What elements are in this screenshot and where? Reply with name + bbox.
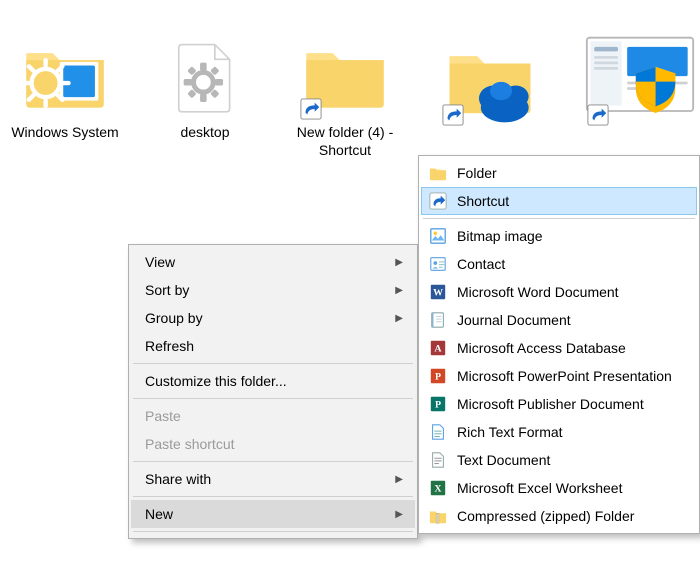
new-submenu: Folder Shortcut Bitmap image Contact W M…: [418, 155, 700, 534]
submenu-item-label: Folder: [457, 165, 497, 181]
menu-item-new[interactable]: New ▶: [131, 500, 415, 528]
menu-item-label: Group by: [145, 310, 203, 326]
submenu-item-label: Rich Text Format: [457, 424, 563, 440]
menu-item-label: Sort by: [145, 282, 189, 298]
svg-text:W: W: [433, 288, 443, 299]
submenu-item-bitmap[interactable]: Bitmap image: [421, 222, 697, 250]
svg-text:P: P: [435, 400, 441, 411]
folder-shortcut-icon: [300, 30, 390, 120]
text-icon: [429, 451, 447, 469]
desktop-item-desktop-ini[interactable]: desktop: [140, 30, 270, 142]
menu-item-sort-by[interactable]: Sort by ▶: [131, 276, 415, 304]
submenu-item-powerpoint[interactable]: P Microsoft PowerPoint Presentation: [421, 362, 697, 390]
svg-text:A: A: [434, 344, 442, 355]
menu-item-label: Paste shortcut: [145, 436, 235, 452]
submenu-item-label: Journal Document: [457, 312, 571, 328]
menu-item-label: Customize this folder...: [145, 373, 287, 389]
menu-item-view[interactable]: View ▶: [131, 248, 415, 276]
submenu-item-label: Bitmap image: [457, 228, 543, 244]
desktop-item-label: desktop: [140, 124, 270, 142]
desktop-item-cloud-folder[interactable]: [420, 30, 560, 130]
submenu-item-contact[interactable]: Contact: [421, 250, 697, 278]
shortcut-overlay-icon: [442, 104, 464, 126]
rtf-icon: [429, 423, 447, 441]
submenu-item-label: Compressed (zipped) Folder: [457, 508, 634, 524]
submenu-item-label: Shortcut: [457, 193, 509, 209]
submenu-item-shortcut[interactable]: Shortcut: [421, 187, 697, 215]
submenu-item-rtf[interactable]: Rich Text Format: [421, 418, 697, 446]
menu-item-label: Paste: [145, 408, 181, 424]
submenu-item-journal[interactable]: Journal Document: [421, 306, 697, 334]
access-icon: A: [429, 339, 447, 357]
folder-icon: [20, 30, 110, 120]
submenu-arrow-icon: ▶: [395, 509, 403, 520]
submenu-item-label: Contact: [457, 256, 505, 272]
zip-icon: [429, 507, 447, 525]
folder-icon: [429, 164, 447, 182]
svg-text:X: X: [434, 484, 442, 495]
context-menu: View ▶ Sort by ▶ Group by ▶ Refresh Cust…: [128, 244, 418, 539]
menu-separator: [423, 218, 695, 219]
menu-item-customize-folder[interactable]: Customize this folder...: [131, 367, 415, 395]
menu-item-group-by[interactable]: Group by ▶: [131, 304, 415, 332]
excel-icon: X: [429, 479, 447, 497]
menu-item-label: View: [145, 254, 175, 270]
menu-separator: [133, 461, 413, 462]
bitmap-icon: [429, 227, 447, 245]
menu-separator: [133, 398, 413, 399]
submenu-item-word[interactable]: W Microsoft Word Document: [421, 278, 697, 306]
submenu-item-label: Text Document: [457, 452, 550, 468]
desktop-item-label: New folder (4) - Shortcut: [280, 124, 410, 159]
gear-page-icon: [160, 30, 250, 120]
shortcut-overlay-icon: [587, 104, 609, 126]
journal-icon: [429, 311, 447, 329]
submenu-item-label: Microsoft Access Database: [457, 340, 626, 356]
submenu-item-folder[interactable]: Folder: [421, 159, 697, 187]
submenu-item-access[interactable]: A Microsoft Access Database: [421, 334, 697, 362]
submenu-item-publisher[interactable]: P Microsoft Publisher Document: [421, 390, 697, 418]
submenu-item-label: Microsoft Excel Worksheet: [457, 480, 622, 496]
contact-icon: [429, 255, 447, 273]
submenu-arrow-icon: ▶: [395, 285, 403, 296]
menu-item-share-with[interactable]: Share with ▶: [131, 465, 415, 493]
menu-item-label: Refresh: [145, 338, 194, 354]
desktop-item-newfolder4-shortcut[interactable]: New folder (4) - Shortcut: [280, 30, 410, 159]
submenu-item-label: Microsoft Word Document: [457, 284, 619, 300]
menu-separator: [133, 496, 413, 497]
word-icon: W: [429, 283, 447, 301]
submenu-item-excel[interactable]: X Microsoft Excel Worksheet: [421, 474, 697, 502]
menu-item-paste-shortcut: Paste shortcut: [131, 430, 415, 458]
submenu-arrow-icon: ▶: [395, 257, 403, 268]
settings-window-shield-icon: [585, 30, 695, 126]
publisher-icon: P: [429, 395, 447, 413]
submenu-arrow-icon: ▶: [395, 474, 403, 485]
desktop-item-optional-features[interactable]: [565, 30, 700, 130]
menu-separator: [133, 363, 413, 364]
desktop-item-label: Windows System: [0, 124, 130, 142]
submenu-item-label: Microsoft Publisher Document: [457, 396, 644, 412]
desktop-item-windows-system[interactable]: Windows System: [0, 30, 130, 142]
shortcut-overlay-icon: [300, 98, 322, 120]
menu-separator: [133, 531, 413, 532]
svg-text:P: P: [435, 372, 441, 383]
folder-cloud-shortcut-icon: [442, 30, 538, 126]
powerpoint-icon: P: [429, 367, 447, 385]
menu-item-refresh[interactable]: Refresh: [131, 332, 415, 360]
submenu-item-text[interactable]: Text Document: [421, 446, 697, 474]
shortcut-icon: [429, 192, 447, 210]
submenu-item-zip[interactable]: Compressed (zipped) Folder: [421, 502, 697, 530]
menu-item-paste: Paste: [131, 402, 415, 430]
submenu-arrow-icon: ▶: [395, 313, 403, 324]
submenu-item-label: Microsoft PowerPoint Presentation: [457, 368, 672, 384]
menu-item-label: New: [145, 506, 173, 522]
menu-item-label: Share with: [145, 471, 211, 487]
